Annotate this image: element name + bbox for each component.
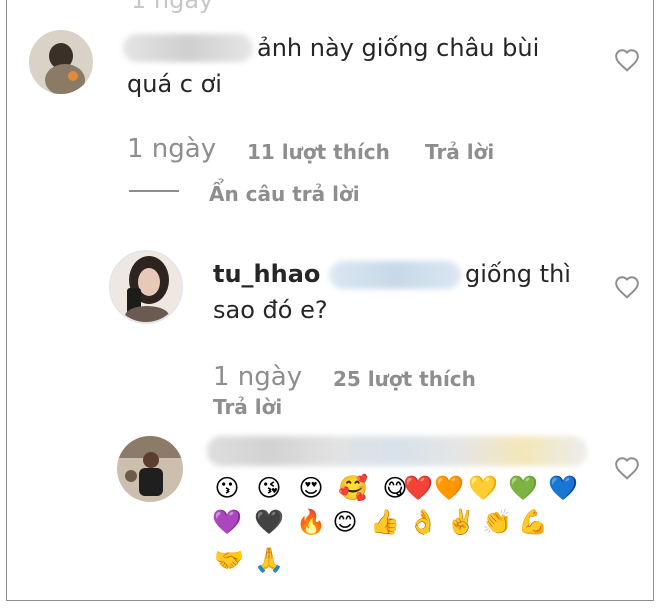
comment-text-line2: sao đó e? xyxy=(213,296,328,324)
comment-likes[interactable]: 25 lượt thích xyxy=(333,367,476,391)
avatar[interactable] xyxy=(29,30,93,94)
emoji: 👍 xyxy=(370,508,400,536)
avatar-photo xyxy=(117,436,183,502)
comment-time[interactable]: 1 ngày xyxy=(127,134,216,164)
heart-icon xyxy=(615,49,639,72)
heart-icon xyxy=(615,276,639,299)
emoji: 😍 xyxy=(298,474,324,502)
comment-text-line1: giống thì xyxy=(465,260,571,288)
cut-off-timestamp: 1 ngày xyxy=(131,0,214,14)
hide-replies-button[interactable]: Ẩn câu trả lời xyxy=(209,182,360,206)
heart-icon xyxy=(615,457,639,480)
redacted-username xyxy=(123,34,253,62)
reply-button[interactable]: Trả lời xyxy=(425,140,494,164)
emoji: ✌️ xyxy=(446,508,476,536)
like-heart-icon[interactable] xyxy=(614,275,640,303)
emoji: 🔥 xyxy=(296,508,326,536)
like-heart-icon[interactable] xyxy=(614,456,640,484)
comments-panel: 1 ngày ảnh này giống châu bùi quá c ơi 1… xyxy=(6,0,654,601)
username[interactable]: tu_hhao xyxy=(213,256,320,292)
emoji: 🙏 xyxy=(254,546,284,574)
emoji: 💙 xyxy=(548,474,578,502)
emoji: 💪 xyxy=(518,508,548,536)
redacted-text xyxy=(207,436,587,466)
comment-likes[interactable]: 11 lượt thích xyxy=(247,140,390,164)
comment-text-line1: ảnh này giống châu bùi xyxy=(257,34,540,62)
emoji: 💛 xyxy=(468,474,498,502)
emoji: 😗 xyxy=(214,474,240,502)
like-heart-icon[interactable] xyxy=(614,48,640,76)
avatar[interactable] xyxy=(109,250,183,324)
comment-text-line2: quá c ơi xyxy=(127,70,222,98)
emoji: 💜 xyxy=(212,508,242,536)
emoji: ❤️ xyxy=(403,474,433,502)
emoji: 🤝 xyxy=(214,546,244,574)
comment-time[interactable]: 1 ngày xyxy=(213,362,302,392)
emoji: 😊 xyxy=(332,508,358,536)
emoji: 🖤 xyxy=(254,508,284,536)
emoji: 👏 xyxy=(482,508,512,536)
emoji: 🥰 xyxy=(338,474,368,502)
reply-button[interactable]: Trả lời xyxy=(213,395,282,419)
redacted-mention xyxy=(329,261,461,289)
emoji: 💚 xyxy=(508,474,538,502)
avatar[interactable] xyxy=(117,436,183,502)
avatar-photo xyxy=(111,252,181,322)
emoji: 🧡 xyxy=(434,474,464,502)
avatar-photo xyxy=(29,30,93,94)
emoji: 😘 xyxy=(256,474,282,502)
emoji: 👌 xyxy=(408,508,438,536)
divider-line xyxy=(129,190,179,192)
